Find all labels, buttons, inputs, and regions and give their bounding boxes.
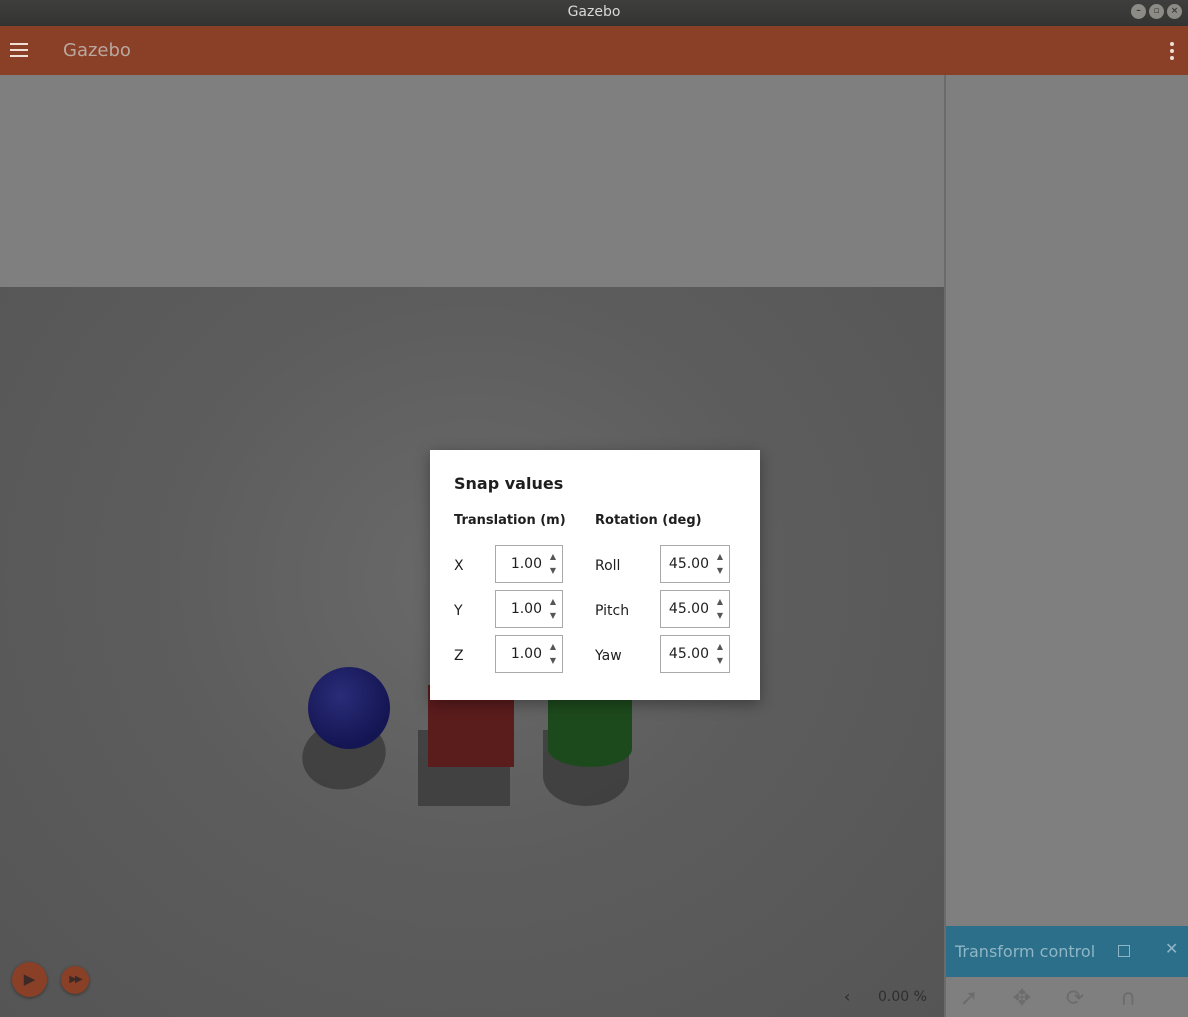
window-titlebar: Gazebo – ▫ ×	[0, 0, 1188, 26]
app-title: Gazebo	[63, 40, 131, 61]
transform-control-toolbar: ➚ ✥ ⟳ ∩	[946, 977, 1188, 1017]
minimize-icon[interactable]: –	[1131, 4, 1146, 19]
transform-control-title: Transform control	[955, 942, 1096, 961]
x-snap-spinbox[interactable]: 1.00 ▲ ▼	[495, 545, 563, 583]
sphere-model[interactable]	[308, 667, 390, 749]
z-label: Z	[454, 648, 464, 664]
roll-label: Roll	[595, 558, 621, 574]
app-bar: Gazebo	[0, 26, 1188, 75]
increment-icon[interactable]: ▲	[717, 597, 723, 606]
pitch-snap-spinbox[interactable]: 45.00 ▲ ▼	[660, 590, 730, 628]
panel-maximize-icon[interactable]	[1118, 945, 1130, 957]
chevron-left-icon[interactable]: ‹	[844, 987, 850, 1006]
y-snap-spinbox[interactable]: 1.00 ▲ ▼	[495, 590, 563, 628]
play-button[interactable]: ▶	[12, 962, 47, 997]
scene-sky	[0, 75, 944, 287]
translate-icon[interactable]: ✥	[1009, 986, 1035, 1012]
right-side-panel	[944, 75, 1188, 1017]
yaw-snap-spinbox[interactable]: 45.00 ▲ ▼	[660, 635, 730, 673]
increment-icon[interactable]: ▲	[550, 597, 556, 606]
maximize-icon[interactable]: ▫	[1149, 4, 1164, 19]
roll-snap-spinbox[interactable]: 45.00 ▲ ▼	[660, 545, 730, 583]
pitch-snap-value: 45.00	[668, 601, 709, 617]
decrement-icon[interactable]: ▼	[717, 611, 723, 620]
decrement-icon[interactable]: ▼	[550, 566, 556, 575]
pitch-label: Pitch	[595, 603, 630, 619]
increment-icon[interactable]: ▲	[717, 642, 723, 651]
increment-icon[interactable]: ▲	[550, 642, 556, 651]
transform-control-header: Transform control ✕	[946, 926, 1188, 977]
window-title: Gazebo	[567, 4, 621, 20]
decrement-icon[interactable]: ▼	[717, 656, 723, 665]
decrement-icon[interactable]: ▼	[550, 611, 556, 620]
decrement-icon[interactable]: ▼	[717, 566, 723, 575]
rotation-header: Rotation (deg)	[595, 513, 702, 528]
hamburger-menu-icon[interactable]	[10, 43, 28, 57]
y-snap-value: 1.00	[510, 601, 542, 617]
x-label: X	[454, 558, 464, 574]
more-options-icon[interactable]	[1170, 42, 1174, 63]
increment-icon[interactable]: ▲	[717, 552, 723, 561]
real-time-factor: 0.00 %	[878, 989, 927, 1005]
select-icon[interactable]: ➚	[956, 986, 982, 1012]
translation-header: Translation (m)	[454, 513, 566, 528]
decrement-icon[interactable]: ▼	[550, 656, 556, 665]
roll-snap-value: 45.00	[668, 556, 709, 572]
increment-icon[interactable]: ▲	[550, 552, 556, 561]
rotate-icon[interactable]: ⟳	[1062, 986, 1088, 1012]
close-icon[interactable]: ×	[1167, 4, 1182, 19]
z-snap-value: 1.00	[510, 646, 542, 662]
panel-close-icon[interactable]: ✕	[1165, 939, 1178, 958]
dialog-title: Snap values	[454, 474, 564, 493]
y-label: Y	[454, 603, 463, 619]
yaw-label: Yaw	[595, 648, 622, 664]
step-forward-button[interactable]: ▶▶	[61, 966, 89, 994]
yaw-snap-value: 45.00	[668, 646, 709, 662]
snap-values-dialog: Snap values Translation (m) Rotation (de…	[430, 450, 760, 700]
x-snap-value: 1.00	[510, 556, 542, 572]
snap-icon[interactable]: ∩	[1115, 986, 1141, 1012]
window-controls: – ▫ ×	[1131, 4, 1182, 19]
z-snap-spinbox[interactable]: 1.00 ▲ ▼	[495, 635, 563, 673]
